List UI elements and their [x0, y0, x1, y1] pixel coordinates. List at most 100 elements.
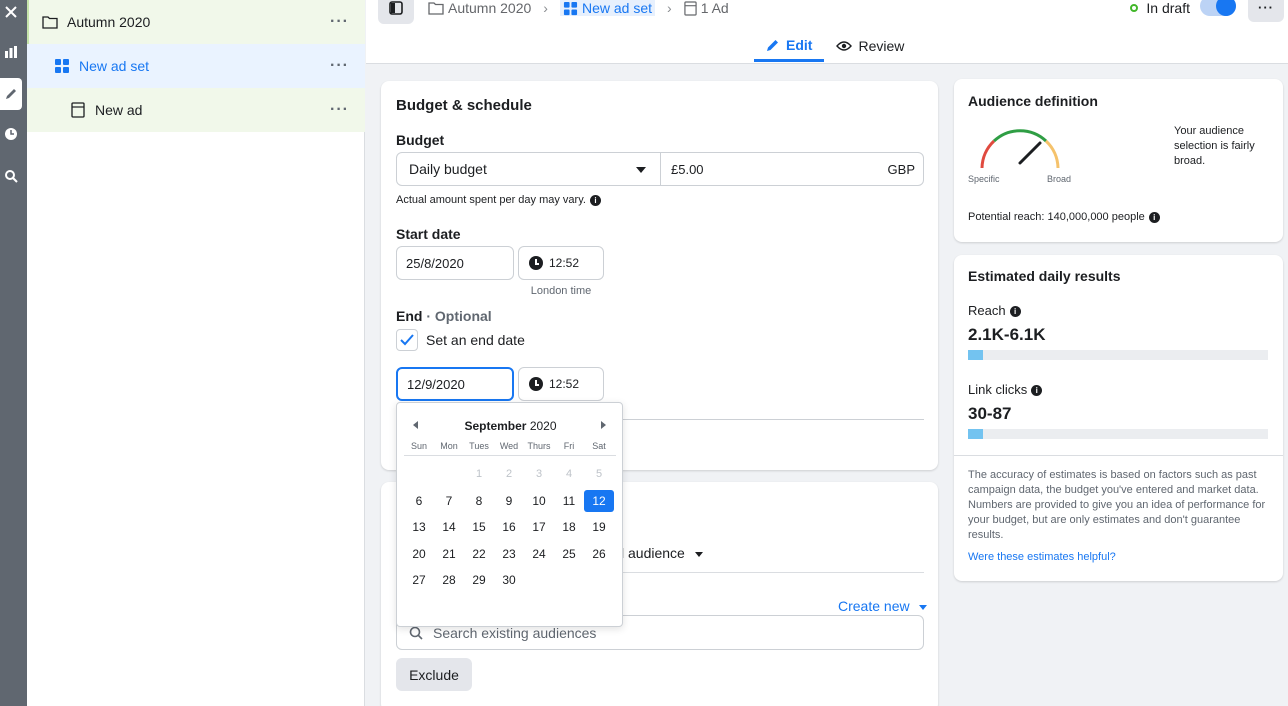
budget-label: Budget	[396, 132, 445, 148]
panel-toggle-button[interactable]	[378, 0, 414, 24]
sidebar-icon	[389, 1, 403, 15]
search-zoom-icon[interactable]	[0, 160, 22, 192]
estimates-feedback-link[interactable]: Were these estimates helpful?	[968, 551, 1116, 563]
audience-gauge-icon	[980, 129, 1060, 169]
calendar-day[interactable]: 20	[404, 541, 434, 568]
info-icon[interactable]: i	[1148, 211, 1160, 223]
exclude-button[interactable]: Exclude	[396, 658, 472, 691]
caret-down-icon	[694, 551, 703, 557]
pencil-icon[interactable]	[0, 78, 22, 110]
audience-definition-card: Audience definition Specific Broad Your …	[954, 79, 1283, 242]
calendar-day[interactable]: 21	[434, 541, 464, 568]
grid-icon	[53, 57, 71, 75]
clock-icon[interactable]	[0, 118, 22, 150]
calendar-day[interactable]: 22	[464, 541, 494, 568]
tree-item-ad-set[interactable]: New ad set ···	[27, 44, 365, 88]
draft-status: In draft	[1130, 0, 1190, 16]
estimated-results-card: Estimated daily results Reach i 2.1K-6.1K…	[954, 255, 1283, 581]
link-clicks-label-text: Link clicks	[968, 382, 1028, 397]
tab-review[interactable]: Review	[824, 30, 916, 62]
ad-page-icon	[69, 101, 87, 119]
tab-edit[interactable]: Edit	[754, 30, 825, 62]
audience-dropdown[interactable]: l audience	[621, 545, 703, 561]
toggle-knob	[1216, 0, 1236, 16]
budget-type-select[interactable]: Daily budget	[396, 152, 661, 186]
campaign-tree: Autumn 2020 ··· New ad set ··· New ad ··…	[27, 0, 365, 706]
folder-icon	[41, 13, 59, 31]
caret-down-icon	[636, 167, 646, 173]
calendar-year: 2020	[529, 419, 557, 433]
info-icon[interactable]: i	[1031, 385, 1043, 397]
info-icon[interactable]: i	[1009, 306, 1021, 318]
calendar-day[interactable]: 23	[494, 541, 524, 568]
calendar-day[interactable]: 15	[464, 514, 494, 541]
card-title: Estimated daily results	[968, 268, 1121, 284]
info-icon[interactable]: i	[589, 194, 601, 206]
more-options-icon[interactable]: ···	[330, 13, 349, 31]
calendar-day[interactable]: 10	[524, 488, 554, 515]
end-date-input[interactable]: 12/9/2020	[396, 367, 514, 401]
tree-item-label: Autumn 2020	[67, 14, 151, 30]
date-picker: September 2020 Sun Mon Tues Wed Thurs Fri Sat …	[396, 402, 623, 627]
calendar-day[interactable]: 30	[494, 567, 524, 594]
start-time-input[interactable]: 12:52	[518, 246, 604, 280]
calendar-month: September	[464, 419, 527, 433]
calendar-day[interactable]: 6	[404, 488, 434, 515]
calendar-day[interactable]: 9	[494, 488, 524, 515]
end-time-input[interactable]: 12:52	[518, 367, 604, 401]
status-dot-icon	[1130, 4, 1139, 12]
calendar-day[interactable]: 28	[434, 567, 464, 594]
publish-toggle[interactable]	[1200, 0, 1236, 16]
tree-item-campaign[interactable]: Autumn 2020 ···	[27, 0, 365, 44]
status-label: In draft	[1146, 0, 1190, 16]
clock-icon	[529, 377, 543, 391]
calendar-day[interactable]: 19	[584, 514, 614, 541]
budget-type-value: Daily budget	[409, 161, 487, 177]
calendar-day[interactable]: 18	[554, 514, 584, 541]
grid-icon	[563, 1, 578, 15]
calendar-day[interactable]: 27	[404, 567, 434, 594]
tab-bar: Edit Review	[754, 30, 916, 62]
weekday-label: Sat	[592, 441, 606, 451]
calendar-day[interactable]: 14	[434, 514, 464, 541]
calendar-grid: 1 2 3 4 5 6 7 8 9 10 11 12 13 14 15 16 17 18 19 20 21 22 23 24 2…	[404, 461, 616, 594]
start-date-input[interactable]: 25/8/2020	[396, 246, 514, 280]
breadcrumb-ad-set[interactable]: New ad set	[559, 0, 656, 16]
calendar-day[interactable]: 13	[404, 514, 434, 541]
tab-label: Review	[858, 38, 905, 54]
calendar-day[interactable]: 8	[464, 488, 494, 515]
timezone-label: London time	[530, 285, 592, 297]
tree-item-ad[interactable]: New ad ···	[27, 88, 365, 132]
search-icon	[409, 626, 423, 640]
gauge-specific-label: Specific	[968, 174, 1000, 184]
calendar-blank	[434, 461, 464, 488]
create-new-button[interactable]: Create new	[838, 598, 928, 614]
more-options-button[interactable]: ···	[1248, 0, 1284, 22]
budget-amount-value: £5.00	[671, 161, 704, 177]
next-month-icon[interactable]	[601, 421, 606, 429]
top-bar: Autumn 2020 › New ad set › 1 Ad In draft…	[366, 0, 1288, 64]
calendar-day[interactable]: 26	[584, 541, 614, 568]
end-date-checkbox-label: Set an end date	[426, 332, 525, 348]
close-icon[interactable]	[0, 0, 22, 28]
more-options-icon[interactable]: ···	[330, 57, 349, 75]
calendar-day[interactable]: 11	[554, 488, 584, 515]
calendar-day[interactable]: 16	[494, 514, 524, 541]
calendar-day[interactable]: 7	[434, 488, 464, 515]
more-options-icon[interactable]: ···	[330, 101, 349, 119]
calendar-day[interactable]: 29	[464, 567, 494, 594]
breadcrumb-campaign[interactable]: Autumn 2020	[428, 0, 531, 16]
weekday-label: Thurs	[527, 441, 551, 451]
calendar-day[interactable]: 17	[524, 514, 554, 541]
calendar-day-selected[interactable]: 12	[584, 489, 614, 512]
calendar-day: 2	[505, 468, 513, 481]
potential-reach-label: Potential reach:	[968, 211, 1045, 223]
bar-chart-icon[interactable]	[0, 36, 22, 68]
calendar-day: 4	[565, 468, 573, 481]
calendar-day[interactable]: 25	[554, 541, 584, 568]
end-date-checkbox[interactable]	[396, 329, 418, 351]
budget-amount-input[interactable]: £5.00 GBP	[660, 152, 924, 186]
breadcrumb-ad[interactable]: 1 Ad	[684, 0, 729, 16]
calendar-day[interactable]: 24	[524, 541, 554, 568]
weekday-label: Wed	[499, 441, 519, 451]
